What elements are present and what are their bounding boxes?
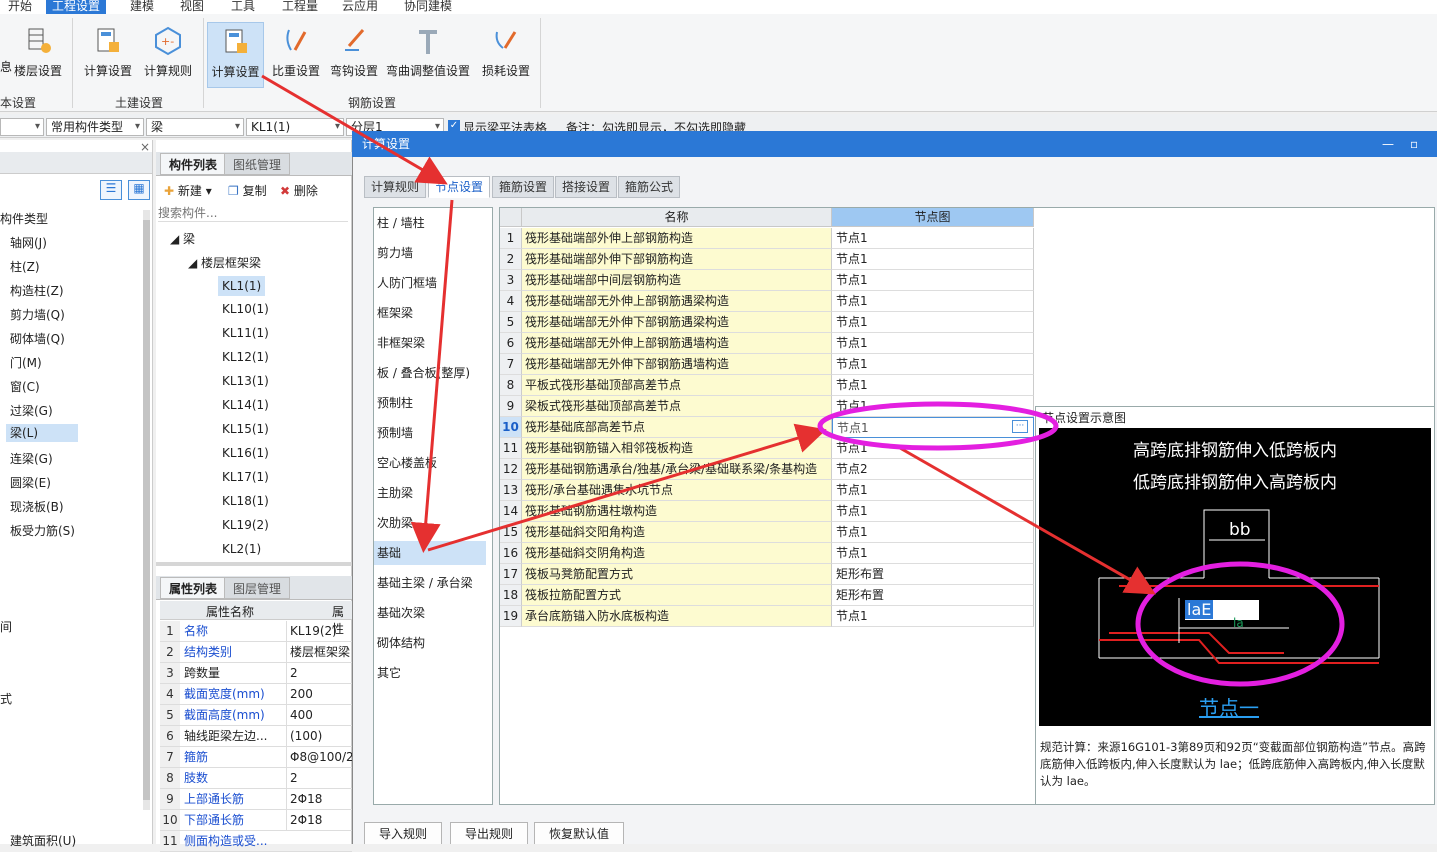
annotation-arrows [261,74,1156,595]
